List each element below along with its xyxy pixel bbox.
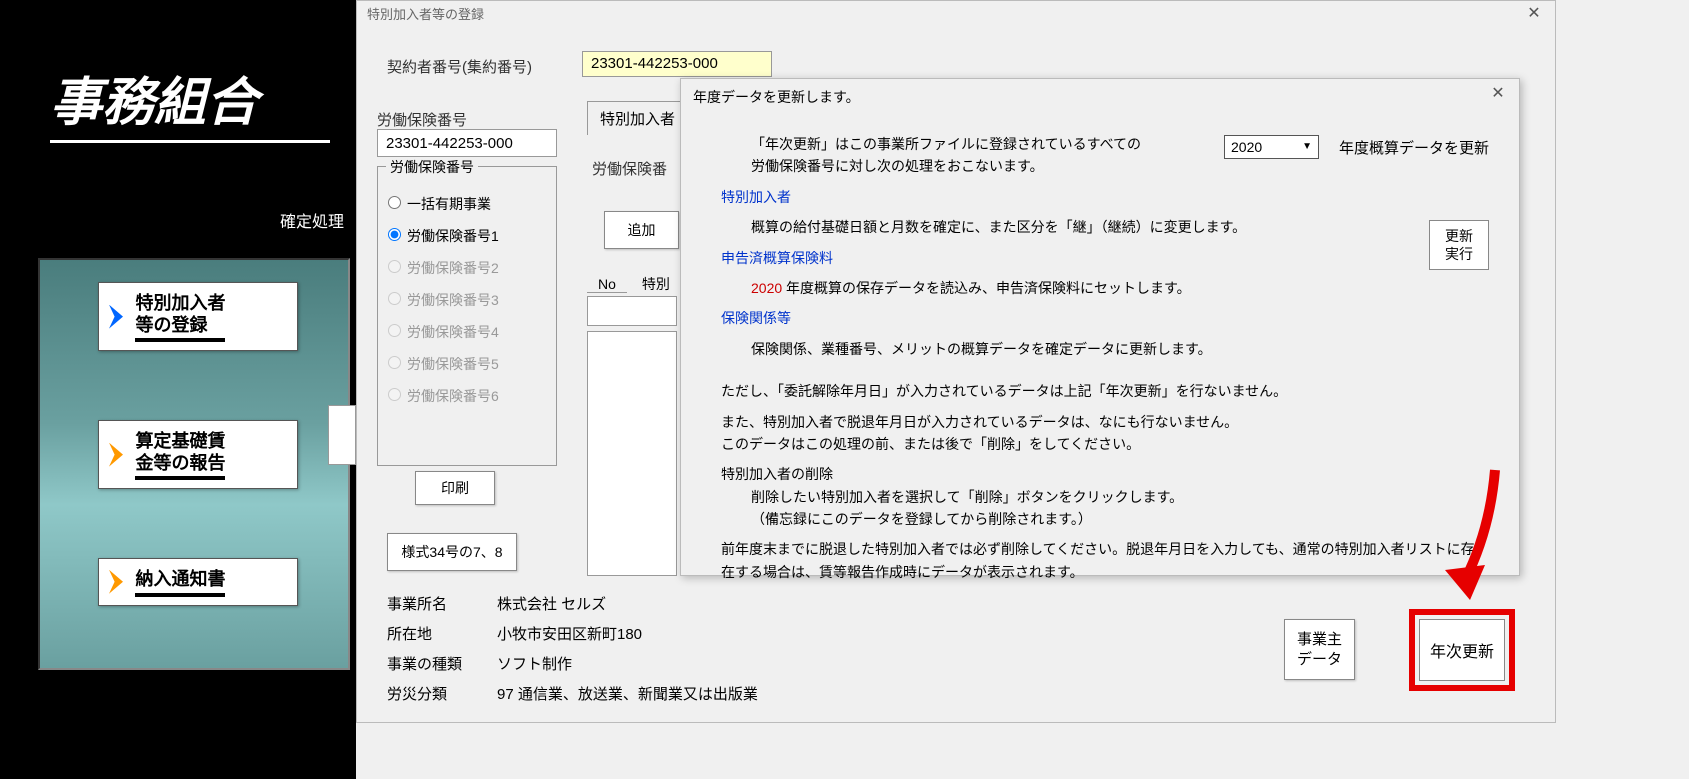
dialog-text: 「年次更新」はこの事業所ファイルに登録されているすべての労働保険番号に対し次の処…	[721, 133, 1151, 178]
btn-label: 納入通知書	[135, 569, 225, 595]
app-title: 事務組合	[0, 0, 356, 135]
table-listbox[interactable]	[587, 331, 677, 576]
dialog-text: 削除したい特別加入者を選択して「削除」ボタンをクリックします。	[721, 486, 1479, 508]
arrow-icon	[109, 443, 123, 467]
title-underline	[50, 140, 330, 143]
dialog-text: 概算の給付基礎日額と月数を確定に、また区分を「継」（継続）に変更します。	[721, 216, 1479, 238]
heading-insurance-relation: 保険関係等	[721, 307, 1479, 329]
contract-number-label: 契約者番号(集約番号)	[387, 56, 532, 77]
radio-labor-1[interactable]: 労働保険番号1	[388, 226, 546, 246]
dialog-body: 2020 ▼ 年度概算データを更新 更新実行 「年次更新」はこの事業所ファイルに…	[681, 115, 1519, 601]
mid-label: 労働保険番	[592, 158, 667, 179]
chevron-down-icon: ▼	[1302, 139, 1312, 155]
labor-number-group: 労働保険番号 一括有期事業 労働保険番号1 労働保険番号2 労働保険番号3 労働…	[377, 166, 557, 466]
heading-special-insured: 特別加入者	[721, 186, 1479, 208]
btn-label: 算定基礎賃金等の報告	[135, 431, 225, 478]
execute-update-button[interactable]: 更新実行	[1429, 220, 1489, 270]
dialog-title: 年度データを更新します。	[693, 89, 860, 105]
info-address: 所在地小牧市安田区新町180	[387, 623, 642, 644]
col-special: 特別	[636, 274, 676, 294]
add-button[interactable]: 追加	[604, 211, 679, 249]
btn-label: 特別加入者等の登録	[135, 293, 225, 340]
heading-declared-premium: 申告済概算保険料	[721, 247, 1479, 269]
year-value: 2020	[1231, 136, 1262, 158]
owner-data-button[interactable]: 事業主データ	[1284, 619, 1355, 680]
info-business-type: 事業の種類ソフト制作	[387, 653, 572, 674]
fieldset-legend: 労働保険番号	[386, 157, 478, 177]
app-sidebar: 事務組合 確定処理 特別加入者等の登録 算定基礎賃金等の報告 納入通知書 保	[0, 0, 356, 779]
dialog-titlebar: 年度データを更新します。 ✕	[681, 79, 1519, 115]
radio-labor-4: 労働保険番号4	[388, 322, 546, 342]
annual-update-highlight: 年次更新	[1409, 609, 1515, 691]
menu-btn-special-insured[interactable]: 特別加入者等の登録	[98, 282, 298, 351]
dialog-text: このデータはこの処理の前、または後で「削除」をしてください。	[721, 433, 1479, 455]
form-34-button[interactable]: 様式34号の7、8	[387, 533, 517, 571]
dialog-text: また、特別加入者で脱退年月日が入力されているデータは、なにも行ないません。	[721, 411, 1479, 433]
annual-update-button[interactable]: 年次更新	[1419, 619, 1505, 681]
print-button[interactable]: 印刷	[415, 471, 495, 505]
menu-btn-payment-notice[interactable]: 納入通知書	[98, 558, 298, 606]
menu-panel: 特別加入者等の登録 算定基礎賃金等の報告 納入通知書	[38, 258, 350, 670]
labor-insurance-label: 労働保険番号	[377, 109, 467, 130]
heading-delete: 特別加入者の削除	[721, 463, 1479, 485]
radio-labor-2: 労働保険番号2	[388, 258, 546, 278]
window-titlebar: 特別加入者等の登録 ✕	[357, 1, 1555, 25]
year-dropdown[interactable]: 2020 ▼	[1224, 135, 1319, 159]
labor-insurance-field[interactable]	[377, 129, 557, 157]
arrow-icon	[109, 305, 123, 329]
window-title: 特別加入者等の登録	[367, 7, 484, 22]
col-no: No	[587, 276, 627, 293]
info-accident-category: 労災分類97 通信業、放送業、新聞業又は出版業	[387, 683, 758, 704]
dialog-text: ただし、「委託解除年月日」が入力されているデータは上記「年次更新」を行ないません…	[721, 380, 1479, 402]
dialog-text: 保険関係、業種番号、メリットの概算データを確定データに更新します。	[721, 338, 1479, 360]
dialog-text: （備忘録にこのデータを登録してから削除されます。）	[721, 508, 1479, 530]
table-header: No 特別	[587, 274, 676, 294]
dialog-text: 前年度末までに脱退した特別加入者では必ず削除してください。脱退年月日を入力しても…	[721, 538, 1479, 583]
table-row[interactable]	[587, 296, 677, 326]
info-office-name: 事業所名株式会社 セルズ	[387, 593, 606, 614]
tab-special-insured[interactable]: 特別加入者	[587, 101, 688, 135]
radio-labor-3: 労働保険番号3	[388, 290, 546, 310]
radio-labor-5: 労働保険番号5	[388, 354, 546, 374]
close-icon[interactable]: ✕	[1519, 3, 1549, 23]
partial-panel: 保	[328, 405, 356, 465]
year-label: 年度概算データを更新	[1339, 137, 1489, 161]
menu-btn-wage-report[interactable]: 算定基礎賃金等の報告	[98, 420, 298, 489]
sub-heading: 確定処理	[280, 208, 344, 232]
close-icon[interactable]: ✕	[1483, 83, 1513, 103]
update-dialog: 年度データを更新します。 ✕ 2020 ▼ 年度概算データを更新 更新実行 「年…	[680, 78, 1520, 576]
radio-lump-sum[interactable]: 一括有期事業	[388, 194, 546, 214]
radio-labor-6: 労働保険番号6	[388, 386, 546, 406]
dialog-text: 2020 年度概算の保存データを読込み、申告済保険料にセットします。	[721, 277, 1479, 299]
arrow-icon	[109, 570, 123, 594]
contract-number-field[interactable]: 23301-442253-000	[582, 51, 772, 77]
